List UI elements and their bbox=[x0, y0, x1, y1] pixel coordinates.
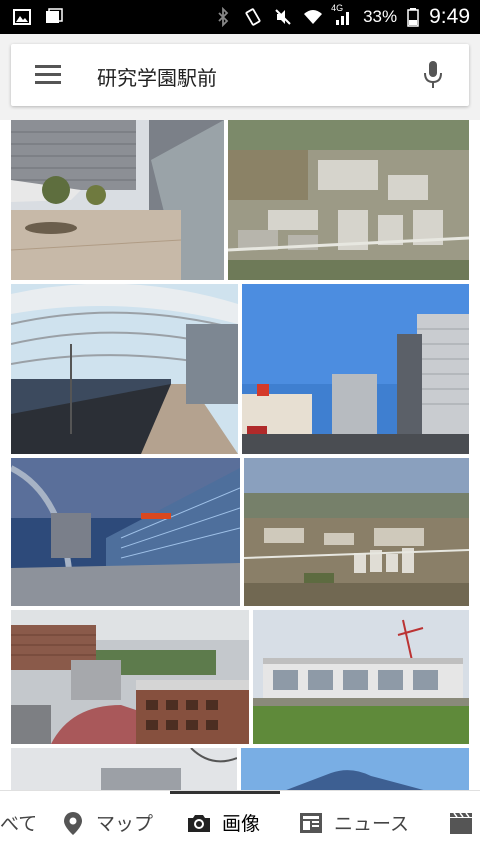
search-query[interactable]: 研究学園駅前 bbox=[97, 62, 217, 91]
tab-maps[interactable]: マップ bbox=[60, 791, 153, 853]
news-icon bbox=[298, 810, 324, 836]
battery-icon bbox=[407, 7, 419, 27]
wifi-icon bbox=[303, 7, 323, 27]
map-pin-icon bbox=[60, 810, 86, 836]
video-icon bbox=[448, 810, 474, 836]
vibrate-icon bbox=[243, 7, 263, 27]
result-image-7[interactable] bbox=[11, 610, 249, 744]
status-bar: 4G 33% 9:49 bbox=[0, 0, 480, 34]
network-type-label: 4G bbox=[331, 3, 344, 13]
tab-news-label: ニュース bbox=[334, 813, 410, 835]
camera-icon bbox=[186, 810, 212, 836]
tab-images-label: 画像 bbox=[222, 813, 261, 835]
result-image-6[interactable] bbox=[244, 458, 469, 606]
result-image-3[interactable] bbox=[11, 284, 238, 454]
tab-all-label: べて bbox=[0, 813, 38, 835]
battery-percent: 33% bbox=[363, 7, 398, 26]
search-header: 研究学園駅前 bbox=[0, 34, 480, 120]
app-body: 研究学園駅前 べて マップ 画像 ニュース bbox=[0, 34, 480, 853]
tab-images[interactable]: 画像 bbox=[186, 791, 260, 853]
bluetooth-icon bbox=[213, 6, 233, 28]
result-image-2[interactable] bbox=[228, 120, 469, 280]
signal-icon: 4G bbox=[331, 3, 353, 27]
tab-news[interactable]: ニュース bbox=[298, 791, 409, 853]
clock: 9:49 bbox=[429, 5, 470, 28]
tab-videos[interactable] bbox=[448, 791, 474, 853]
screenshot-icon bbox=[44, 7, 64, 27]
search-type-tabbar: べて マップ 画像 ニュース bbox=[0, 790, 480, 853]
hamburger-menu-icon[interactable] bbox=[35, 65, 61, 85]
result-image-1[interactable] bbox=[11, 120, 224, 280]
tab-all[interactable]: べて bbox=[0, 791, 37, 853]
image-results-grid bbox=[0, 120, 480, 792]
result-image-8[interactable] bbox=[253, 610, 469, 744]
result-image-10[interactable] bbox=[241, 748, 469, 792]
tab-maps-label: マップ bbox=[96, 813, 154, 835]
result-image-9[interactable] bbox=[11, 748, 237, 792]
microphone-icon[interactable] bbox=[423, 60, 443, 90]
result-image-5[interactable] bbox=[11, 458, 240, 606]
result-image-4[interactable] bbox=[242, 284, 469, 454]
search-box[interactable]: 研究学園駅前 bbox=[11, 44, 469, 106]
mute-icon bbox=[273, 7, 293, 27]
photo-icon bbox=[12, 7, 32, 27]
